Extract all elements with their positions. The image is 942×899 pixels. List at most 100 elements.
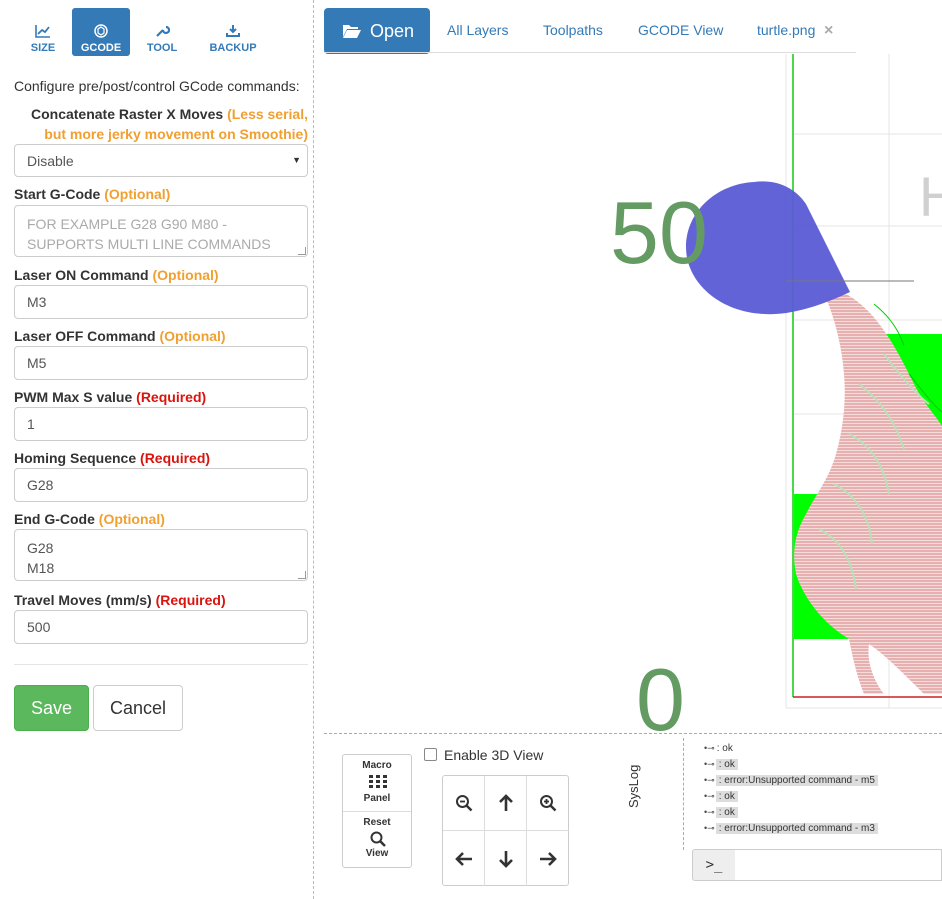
settings-intro: Configure pre/post/control GCode command… [14, 78, 300, 94]
viewport-text-fragment: H [919, 165, 942, 228]
laser-off-value: M5 [27, 355, 47, 371]
laser-on-label: Laser ON Command (Optional) [14, 267, 219, 283]
zoom-in-button[interactable] [527, 776, 569, 831]
laser-off-label: Laser OFF Command (Optional) [14, 328, 226, 344]
enable-3d-checkbox[interactable] [424, 748, 437, 761]
jog-right-button[interactable] [527, 831, 569, 886]
zoom-out-button[interactable] [443, 776, 485, 831]
settings-panel: SIZE GCODE TOOL BACKUP Configure pre/pos… [0, 0, 314, 899]
enable-3d-label: Enable 3D View [444, 747, 544, 763]
syslog-divider [683, 738, 684, 850]
usb-icon: •⊸ [704, 806, 715, 817]
zoom-out-icon [455, 795, 472, 812]
cancel-button[interactable]: Cancel [93, 685, 183, 731]
chart-icon [35, 25, 50, 38]
search-icon [370, 831, 386, 847]
laser-on-label-text: Laser ON Command [14, 267, 149, 283]
arrow-right-icon [540, 851, 557, 866]
laser-off-tag: (Optional) [159, 328, 226, 344]
macro-label-1: Macro [362, 760, 392, 771]
end-gcode-textarea[interactable]: G28 M18 [14, 529, 308, 581]
viewport-divider [324, 733, 942, 734]
open-button[interactable]: Open [324, 8, 430, 54]
tab-gcode-view[interactable]: GCODE View [638, 22, 723, 38]
end-gcode-label-text: End G-Code [14, 511, 95, 527]
tab-gcode-label: GCODE [80, 42, 122, 54]
jog-left-button[interactable] [443, 831, 485, 886]
terminal-button[interactable]: >_ [692, 849, 736, 881]
laser-off-input[interactable]: M5 [14, 346, 308, 380]
tab-backup[interactable]: BACKUP [198, 8, 268, 56]
travel-label: Travel Moves (mm/s) (Required) [14, 592, 226, 608]
jog-up-button[interactable] [485, 776, 527, 831]
concat-select[interactable]: Disable ▼ [14, 144, 308, 177]
chevron-down-icon: ▼ [292, 155, 301, 165]
homing-label-text: Homing Sequence [14, 450, 137, 466]
command-input[interactable] [735, 849, 942, 881]
end-gcode-line-2: M18 [27, 560, 55, 576]
divider [14, 664, 308, 665]
start-gcode-tag: (Optional) [104, 186, 171, 202]
workspace-viewport[interactable]: H 50 0 [324, 54, 942, 734]
concat-select-value: Disable [27, 152, 74, 169]
grid-icon [369, 775, 387, 788]
pwm-input[interactable]: 1 [14, 407, 308, 441]
download-icon [226, 25, 240, 37]
reset-label-1: Reset [363, 817, 391, 828]
reset-view-button[interactable]: Reset View [343, 812, 411, 869]
pwm-value: 1 [27, 416, 35, 432]
view-controls: Macro Panel Reset View [342, 754, 412, 868]
usb-icon: •⊸ [704, 758, 715, 769]
log-line: •⊸: ok [704, 740, 878, 756]
nav-divider [324, 52, 856, 53]
tab-file[interactable]: turtle.png [757, 22, 815, 38]
arrow-down-icon [498, 850, 513, 868]
pwm-label-text: PWM Max S value [14, 389, 133, 405]
arrow-up-icon [498, 794, 513, 811]
travel-input[interactable]: 500 [14, 610, 308, 644]
tab-all-layers[interactable]: All Layers [447, 22, 508, 38]
log-message: : error:Unsupported command - m5 [715, 774, 878, 786]
jog-down-button[interactable] [485, 831, 527, 886]
log-message: : ok [716, 742, 733, 754]
resize-handle[interactable] [298, 571, 306, 579]
save-button[interactable]: Save [14, 685, 89, 731]
tab-tool[interactable]: TOOL [132, 8, 192, 56]
usb-icon: •⊸ [704, 774, 715, 785]
log-message: : ok [715, 790, 738, 802]
syslog-label: SysLog [626, 764, 641, 808]
end-gcode-tag: (Optional) [98, 511, 165, 527]
syslog-list: •⊸: ok •⊸: ok •⊸: error:Unsupported comm… [704, 740, 878, 836]
tab-toolpaths[interactable]: Toolpaths [543, 22, 603, 38]
tab-tool-label: TOOL [146, 42, 178, 54]
homing-input[interactable]: G28 [14, 468, 308, 502]
laser-on-input[interactable]: M3 [14, 285, 308, 319]
tab-size[interactable]: SIZE [14, 8, 72, 56]
travel-value: 500 [27, 619, 51, 635]
laser-on-value: M3 [27, 294, 47, 310]
jog-pad [442, 775, 569, 886]
log-message: : error:Unsupported command - m3 [715, 822, 878, 834]
homing-tag: (Required) [140, 450, 211, 466]
tab-gcode[interactable]: GCODE [72, 8, 130, 56]
end-gcode-label: End G-Code (Optional) [14, 511, 165, 527]
usb-icon: •⊸ [704, 822, 715, 833]
close-icon[interactable]: × [824, 22, 833, 40]
cube-icon [94, 24, 108, 38]
reset-label-2: View [365, 848, 389, 859]
usb-icon: •⊸ [704, 742, 715, 753]
open-button-label: Open [370, 20, 415, 41]
start-gcode-textarea[interactable]: FOR EXAMPLE G28 G90 M80 - SUPPORTS MULTI… [14, 205, 308, 257]
settings-tabs: SIZE GCODE TOOL BACKUP [14, 8, 268, 56]
laser-off-label-text: Laser OFF Command [14, 328, 156, 344]
log-message: : ok [715, 806, 738, 818]
homing-label: Homing Sequence (Required) [14, 450, 210, 466]
tab-backup-label: BACKUP [209, 42, 257, 54]
start-gcode-label-text: Start G-Code [14, 186, 101, 202]
workspace-canvas[interactable]: H [324, 54, 942, 734]
start-gcode-placeholder-1: FOR EXAMPLE G28 G90 M80 - [27, 216, 227, 232]
start-gcode-label: Start G-Code (Optional) [14, 186, 170, 202]
macro-panel-button[interactable]: Macro Panel [343, 755, 411, 812]
wrench-icon [156, 25, 170, 37]
resize-handle[interactable] [298, 247, 306, 255]
